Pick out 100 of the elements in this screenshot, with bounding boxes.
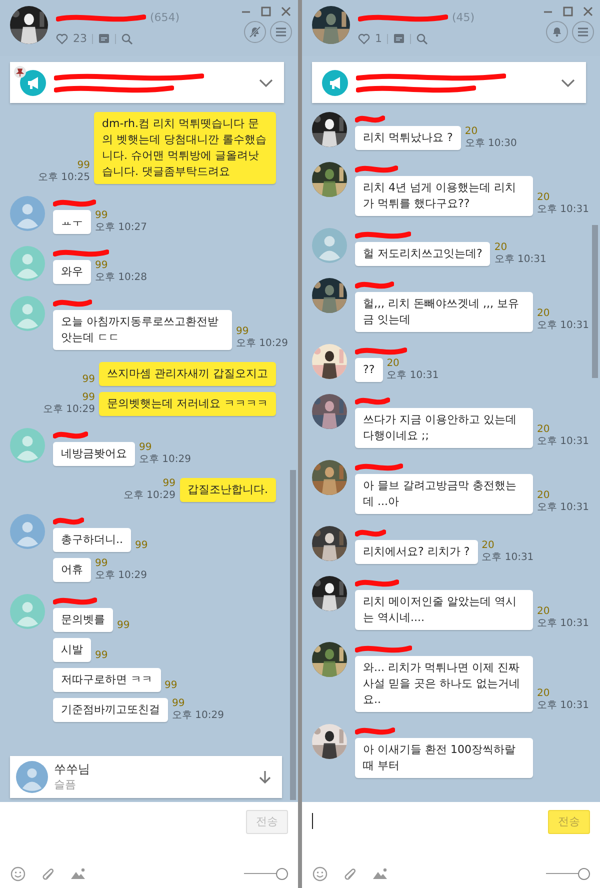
redaction-mark [355, 279, 394, 291]
chat-icon[interactable] [98, 32, 110, 45]
redaction-mark [53, 515, 84, 527]
message-time: 오후 10:29 [236, 338, 288, 350]
redaction-mark [355, 395, 390, 407]
paperclip-icon[interactable] [40, 866, 56, 882]
search-icon[interactable] [416, 32, 428, 45]
message-bubble: 오늘 아침까지동루로쓰고환전받앗는데 ㄷㄷ [53, 310, 232, 350]
message-bubble: ㅛㅜ [53, 210, 91, 234]
unread-count: 99 [236, 326, 250, 338]
notifications-off-button[interactable] [244, 21, 266, 43]
redaction-mark [53, 595, 97, 607]
redaction-mark [355, 643, 412, 655]
unread-count: 20 [537, 424, 551, 436]
close-icon[interactable] [582, 6, 594, 17]
close-icon[interactable] [280, 6, 292, 17]
emoji-icon[interactable] [10, 866, 26, 882]
unread-count: 99 [117, 620, 130, 632]
scrollbar-thumb[interactable] [592, 225, 598, 378]
unread-count: 20 [386, 358, 400, 370]
message-bubble: 아 믈브 갈려고방금막 충전했는데 ...아 [355, 474, 533, 514]
menu-icon [274, 25, 288, 39]
menu-button[interactable] [572, 21, 594, 43]
input-panel[interactable]: 전송 [0, 802, 298, 888]
unread-count: 99 [82, 392, 95, 404]
redaction-mark [355, 461, 403, 473]
mention-popup[interactable]: 쑤쑤님 슬픔 [10, 756, 282, 798]
unread-count: 99 [95, 260, 109, 272]
heart-icon[interactable] [358, 32, 370, 45]
search-icon[interactable] [121, 32, 133, 45]
image-icon[interactable] [70, 866, 86, 882]
unread-count: 20 [537, 688, 551, 700]
message-bubble: 리치에서요? 리치가 ? [355, 540, 478, 564]
chat-icon[interactable] [393, 32, 405, 45]
maximize-icon[interactable] [562, 6, 574, 17]
message-bubble: 어휴 [53, 558, 91, 582]
message-time: 오후 10:31 [482, 552, 534, 564]
message-bubble: 문의벳햇는데 저러네요 ㅋㅋㅋㅋ [99, 392, 276, 416]
redaction-mark [53, 247, 109, 259]
message-time: 오후 10:31 [537, 436, 589, 448]
message-bubble: 쓰다가 지금 이용안하고 있는데다행이네요 ;; [355, 408, 533, 448]
image-icon[interactable] [372, 866, 388, 882]
member-count: (45) [452, 10, 475, 26]
message-bubble: 쓰지마셈 관리자새끼 갑질오지고 [99, 362, 276, 386]
message-time: 오후 10:29 [43, 404, 95, 416]
redaction-mark [355, 725, 395, 737]
unread-count: 20 [537, 308, 551, 320]
message-time: 오후 10:31 [537, 700, 589, 712]
redaction-mark [355, 229, 411, 241]
redaction-mark [355, 345, 407, 357]
message-bubble: 문의벳를 [53, 608, 113, 632]
like-count: 1 [375, 30, 382, 46]
unread-count: 99 [77, 160, 90, 172]
arrow-down-icon [258, 770, 272, 784]
slider-thumb[interactable] [578, 868, 590, 880]
unread-count: 99 [135, 540, 148, 552]
message-time: 오후 10:31 [537, 502, 589, 514]
member-count: (654) [150, 10, 180, 26]
unread-count: 99 [164, 680, 178, 692]
notice-banner[interactable] [10, 62, 284, 103]
redaction-mark [53, 197, 96, 209]
message-bubble: 기준점바끼고또친걸 [53, 698, 168, 722]
unread-count: 20 [537, 490, 551, 502]
message-time: 오후 10:27 [95, 222, 147, 234]
paperclip-icon[interactable] [342, 866, 358, 882]
message-time: 오후 10:31 [494, 254, 546, 266]
message-time: 오후 10:29 [124, 490, 176, 502]
input-panel[interactable]: 전송 [302, 802, 600, 888]
message-bubble: 헐 저도리치쓰고잇는데? [355, 242, 490, 266]
message-time: 오후 10:31 [537, 204, 589, 216]
redaction-mark [53, 429, 88, 441]
message-time: 오후 10:30 [464, 138, 517, 150]
message-bubble: 아 이새기들 환전 100장씩하랄때 부터 [355, 738, 533, 778]
unread-count: 99 [95, 558, 109, 570]
message-time: 오후 10:31 [386, 370, 439, 382]
emoji-icon[interactable] [312, 866, 328, 882]
mention-name: 쑤쑤님 [54, 762, 91, 777]
message-time: 오후 10:29 [139, 454, 191, 466]
unread-count: 99 [162, 478, 176, 490]
megaphone-icon [20, 70, 46, 96]
slider-thumb[interactable] [276, 868, 288, 880]
notice-banner[interactable] [312, 62, 586, 103]
message-bubble: 시발 [53, 638, 91, 662]
message-bubble: 네방금봣어요 [53, 442, 135, 466]
redaction-mark [355, 527, 386, 539]
send-button[interactable]: 전송 [548, 810, 590, 834]
redaction-mark [355, 577, 399, 589]
notifications-button[interactable] [546, 21, 568, 43]
message-bubble: 와... 리치가 먹튀나면 이제 진짜 사설 믿을 곳은 하나도 없는거네요.. [355, 656, 533, 712]
message-bubble: ?? [355, 358, 383, 382]
message-bubble: 총구하더니.. [53, 528, 131, 552]
maximize-icon[interactable] [260, 6, 272, 17]
redaction-mark [53, 297, 92, 309]
message-bubble: 저따구로하면 ㅋㅋ [53, 668, 160, 692]
scrollbar-thumb[interactable] [290, 470, 296, 800]
heart-icon[interactable] [56, 32, 68, 45]
unread-count: 99 [82, 374, 95, 386]
bell-icon [550, 25, 564, 39]
unread-count: 20 [494, 242, 508, 254]
menu-button[interactable] [270, 21, 292, 43]
